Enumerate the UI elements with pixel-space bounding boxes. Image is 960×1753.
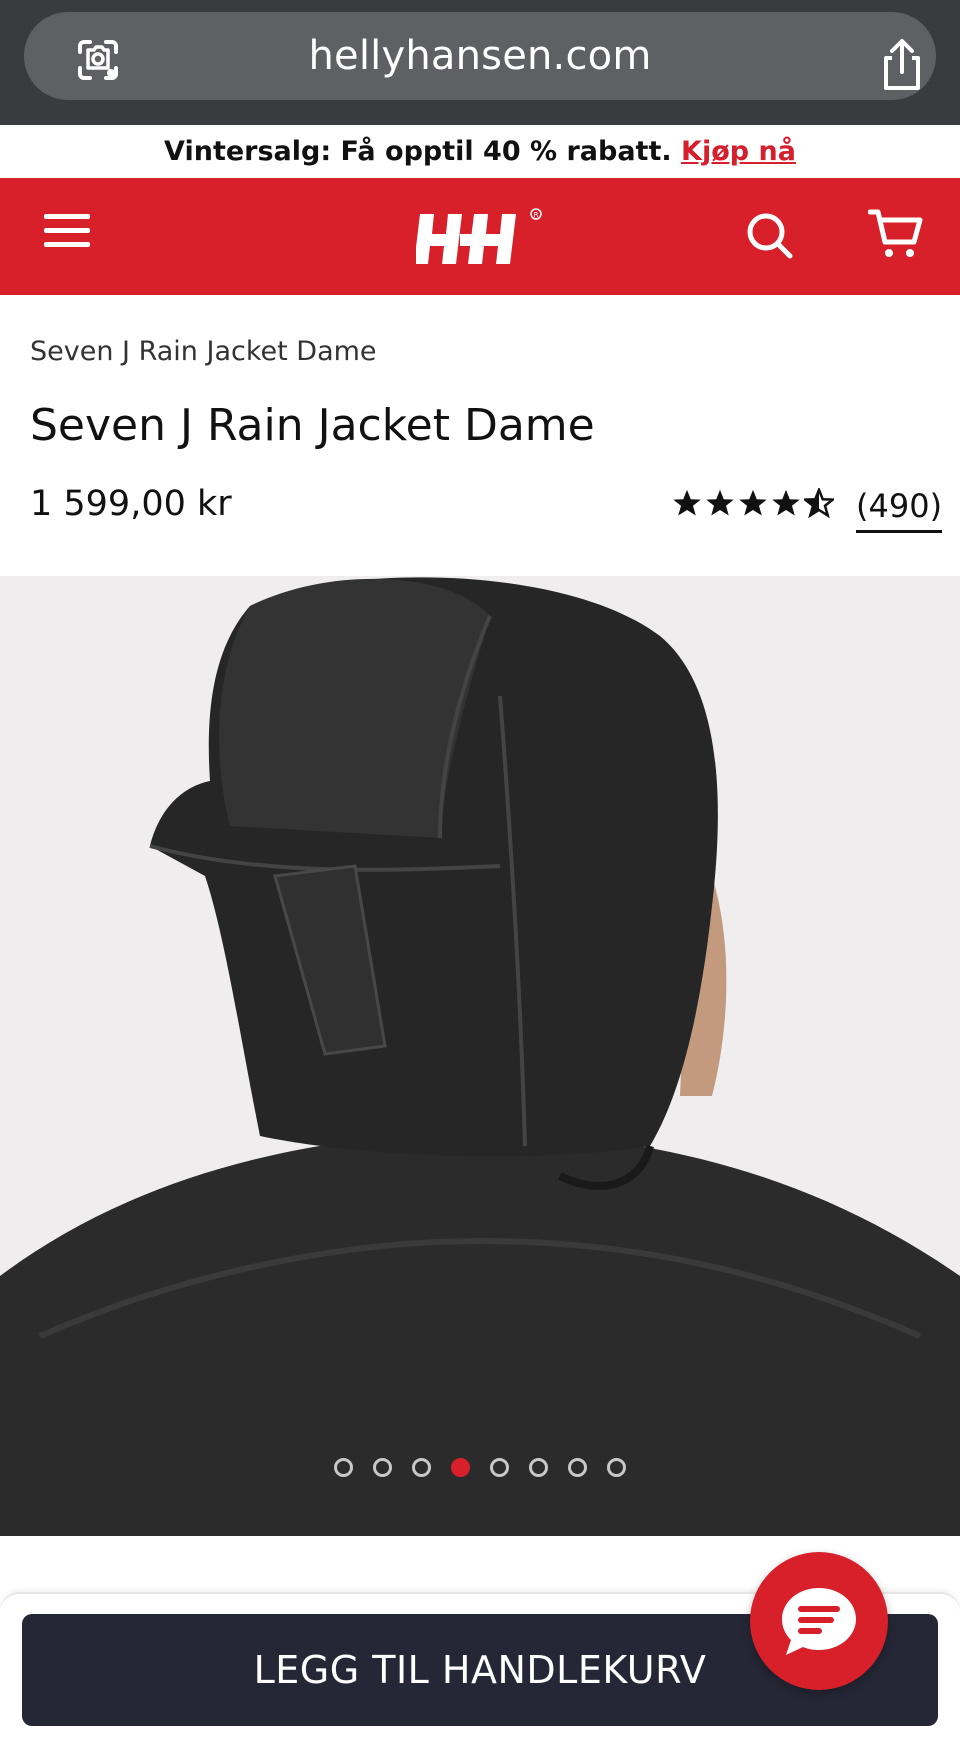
gallery-dot[interactable] <box>412 1458 431 1477</box>
menu-icon[interactable] <box>44 214 90 258</box>
share-icon[interactable] <box>878 38 926 92</box>
breadcrumb[interactable]: Seven J Rain Jacket Dame <box>30 336 377 367</box>
url-text: hellyhansen.com <box>308 33 652 79</box>
star-icon <box>739 489 767 516</box>
gallery-pagination <box>0 1458 960 1477</box>
svg-text:R: R <box>534 211 539 219</box>
browser-address-bar: hellyhansen.com <box>0 0 960 125</box>
product-price: 1 599,00 kr <box>30 484 232 524</box>
review-count-link[interactable]: (490) <box>856 484 943 533</box>
gallery-dot[interactable] <box>529 1458 548 1477</box>
promo-text: Vintersalg: Få opptil 40 % rabatt. <box>164 136 672 167</box>
search-icon[interactable] <box>744 210 794 260</box>
site-header: R <box>0 178 960 295</box>
url-field[interactable]: hellyhansen.com <box>24 12 936 100</box>
chat-button[interactable] <box>750 1552 888 1690</box>
star-icon <box>706 489 734 516</box>
promo-shop-now-link[interactable]: Kjøp nå <box>681 136 796 167</box>
chat-bubble-icon <box>782 1588 856 1655</box>
gallery-dot[interactable] <box>568 1458 587 1477</box>
product-image-gallery[interactable] <box>0 576 960 1536</box>
star-icon <box>772 489 800 516</box>
gallery-dot[interactable] <box>334 1458 353 1477</box>
gallery-dot[interactable] <box>490 1458 509 1477</box>
gallery-dot[interactable] <box>607 1458 626 1477</box>
product-image <box>0 577 960 1536</box>
star-icon <box>673 489 701 516</box>
gallery-dot[interactable] <box>373 1458 392 1477</box>
cart-icon[interactable] <box>868 208 924 260</box>
product-title: Seven J Rain Jacket Dame <box>30 400 595 451</box>
promo-banner: Vintersalg: Få opptil 40 % rabatt. Kjøp … <box>0 125 960 178</box>
half-star-icon <box>804 488 834 518</box>
hh-logo[interactable]: R <box>416 204 546 270</box>
rating-stars[interactable] <box>672 488 834 528</box>
gallery-dot-active[interactable] <box>451 1458 470 1477</box>
